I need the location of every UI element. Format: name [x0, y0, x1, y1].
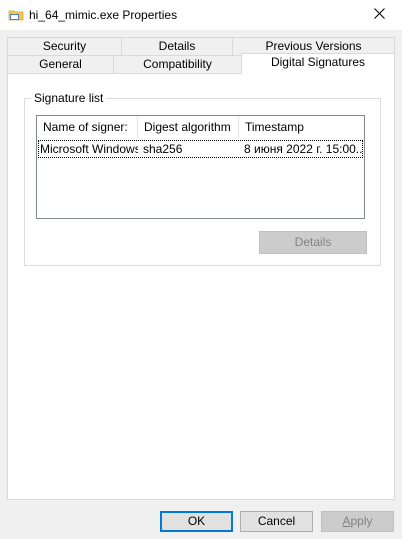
signature-row[interactable]: Microsoft Windows sha256 8 июня 2022 г. …	[38, 140, 363, 158]
tab-compatibility[interactable]: Compatibility	[113, 55, 242, 74]
tab-general[interactable]: General	[7, 55, 114, 74]
close-icon	[373, 8, 385, 22]
signature-list-header: Name of signer: Digest algorithm Timesta…	[37, 116, 364, 139]
close-button[interactable]	[356, 0, 402, 30]
tab-panel-digital-signatures: Signature list Name of signer: Digest al…	[7, 73, 395, 500]
column-header-timestamp[interactable]: Timestamp	[239, 116, 364, 139]
column-header-signer[interactable]: Name of signer:	[37, 116, 138, 139]
tab-security[interactable]: Security	[7, 37, 122, 56]
properties-window: hi_64_mimic.exe Properties Security Deta…	[0, 0, 402, 539]
signature-list-group: Signature list Name of signer: Digest al…	[24, 91, 381, 266]
timestamp-cell: 8 июня 2022 г. 15:00...	[244, 142, 362, 156]
tab-details[interactable]: Details	[121, 37, 233, 56]
signer-cell: Microsoft Windows	[40, 142, 138, 156]
ok-button[interactable]: OK	[160, 511, 233, 532]
digest-cell: sha256	[143, 142, 183, 156]
window-title: hi_64_mimic.exe Properties	[29, 8, 178, 22]
signature-list[interactable]: Name of signer: Digest algorithm Timesta…	[36, 115, 365, 219]
title-bar[interactable]: hi_64_mimic.exe Properties	[0, 0, 402, 30]
folder-exe-icon	[8, 7, 24, 23]
signature-list-label: Signature list	[31, 91, 107, 106]
column-header-digest[interactable]: Digest algorithm	[138, 116, 239, 139]
tab-digital-signatures[interactable]: Digital Signatures	[241, 53, 395, 74]
apply-button[interactable]: Apply	[321, 511, 394, 532]
details-button[interactable]: Details	[259, 231, 367, 254]
cancel-button[interactable]: Cancel	[240, 511, 313, 532]
